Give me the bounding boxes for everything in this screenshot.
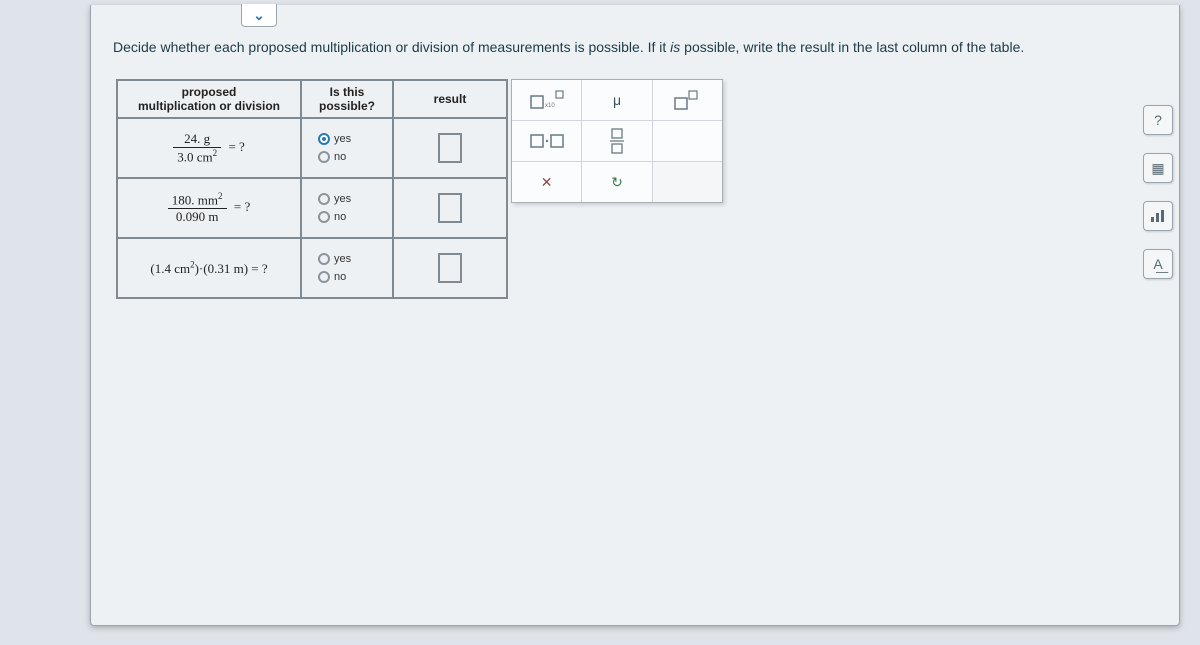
- radio-no[interactable]: no: [318, 151, 346, 163]
- palette-blank[interactable]: [653, 121, 722, 162]
- fraction-expr: 24. g 3.0 cm2: [173, 131, 221, 165]
- times-icon: ✕: [541, 174, 553, 191]
- reference-icon: A͟: [1153, 256, 1162, 272]
- palette-superscript[interactable]: [653, 80, 722, 121]
- box-dot-box-icon: [530, 133, 564, 149]
- radio-icon: [318, 133, 330, 145]
- stats-button[interactable]: [1143, 201, 1173, 231]
- svg-text:x10: x10: [545, 103, 555, 109]
- radio-icon: [318, 193, 330, 205]
- formula-palette: x10 μ: [511, 79, 723, 203]
- header-result: result: [393, 80, 507, 118]
- worksheet-panel: ⌄ Decide whether each proposed multiplic…: [90, 5, 1180, 626]
- table-row: 180. mm2 0.090 m = ? yes no: [117, 178, 507, 238]
- palette-mu[interactable]: μ: [582, 80, 652, 121]
- help-icon: ?: [1154, 112, 1162, 128]
- palette-fraction[interactable]: [582, 121, 652, 162]
- sci-notation-icon: x10: [530, 90, 564, 110]
- bar-chart-icon: [1150, 209, 1166, 223]
- radio-icon: [318, 253, 330, 265]
- radio-yes[interactable]: yes: [318, 253, 351, 265]
- header-possible: Is thispossible?: [301, 80, 393, 118]
- superscript-icon: [674, 90, 700, 110]
- calculator-icon: ▦: [1151, 160, 1164, 177]
- radio-icon: [318, 271, 330, 283]
- fraction-icon: [609, 128, 625, 154]
- header-proposed: proposedmultiplication or division: [117, 80, 301, 118]
- radio-yes[interactable]: yes: [318, 133, 351, 145]
- radio-icon: [318, 211, 330, 223]
- palette-clear[interactable]: ✕: [512, 162, 582, 202]
- side-toolbar: ? ▦ A͟: [1143, 105, 1173, 279]
- palette-redo[interactable]: ↻: [582, 162, 652, 202]
- radio-no[interactable]: no: [318, 271, 346, 283]
- radio-yes[interactable]: yes: [318, 193, 351, 205]
- redo-icon: ↻: [611, 174, 623, 191]
- palette-multiply-box[interactable]: [512, 121, 582, 162]
- product-expr: (1.4 cm2)·(0.31 m) = ?: [150, 261, 267, 276]
- table-row: 24. g 3.0 cm2 = ? yes no: [117, 118, 507, 178]
- result-input[interactable]: [438, 133, 462, 163]
- help-button[interactable]: ?: [1143, 105, 1173, 135]
- radio-icon: [318, 151, 330, 163]
- mu-icon: μ: [613, 92, 621, 108]
- problem-table: proposedmultiplication or division Is th…: [116, 79, 508, 299]
- instruction-text: Decide whether each proposed multiplicat…: [113, 39, 1157, 55]
- result-input[interactable]: [438, 193, 462, 223]
- radio-no[interactable]: no: [318, 211, 346, 223]
- collapse-toggle[interactable]: ⌄: [241, 4, 277, 27]
- table-row: (1.4 cm2)·(0.31 m) = ? yes no: [117, 238, 507, 298]
- result-input[interactable]: [438, 253, 462, 283]
- calculator-button[interactable]: ▦: [1143, 153, 1173, 183]
- reference-button[interactable]: A͟: [1143, 249, 1173, 279]
- palette-sci-notation[interactable]: x10: [512, 80, 582, 121]
- chevron-down-icon: ⌄: [253, 7, 265, 24]
- fraction-expr: 180. mm2 0.090 m: [168, 191, 227, 225]
